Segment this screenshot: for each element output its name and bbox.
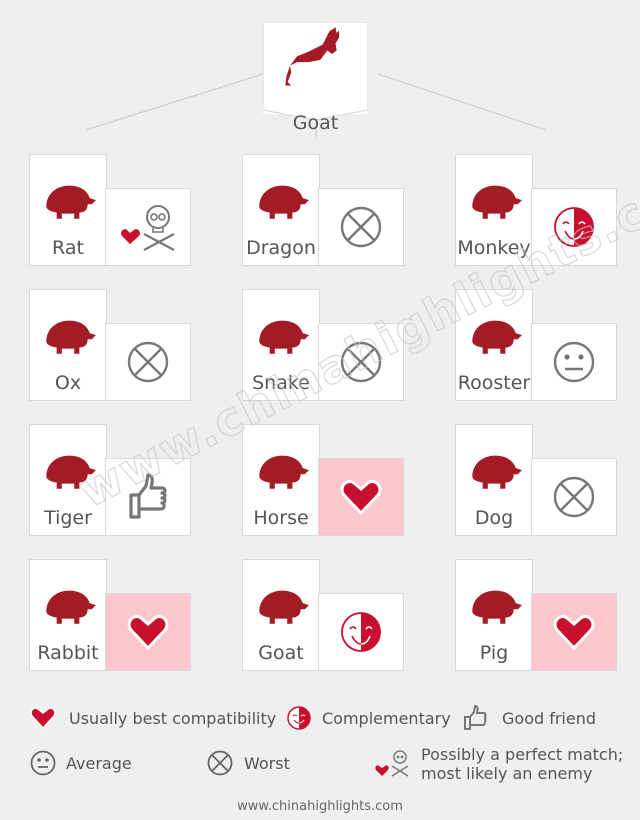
complementary-face-icon [341, 612, 381, 652]
legend-best: Usually best compatibility [30, 707, 276, 729]
relation-panel-complementary [318, 593, 404, 671]
sign-name: Ox [54, 372, 82, 394]
sign-name: Rooster [457, 372, 531, 394]
sign-name: Goat [258, 642, 304, 664]
legend-worst-label: Worst [244, 753, 290, 773]
sign-card-goat: Goat [242, 559, 404, 671]
animal-panel: Dragon [242, 154, 320, 266]
sign-card-dragon: Dragon [242, 154, 404, 266]
pig-icon [462, 570, 524, 632]
heart-skull-icon [121, 205, 175, 251]
legend-complementary: Complementary [287, 706, 451, 730]
sign-card-horse: Horse [242, 424, 404, 536]
sign-card-dog: Dog [455, 424, 617, 536]
sign-name: Pig [479, 642, 509, 664]
sign-card-tiger: Tiger [29, 424, 191, 536]
heart-icon [553, 615, 595, 651]
rat-icon [36, 165, 98, 227]
relation-panel-worst [318, 188, 404, 266]
sign-name: Monkey [457, 237, 531, 259]
sign-card-rat: Rat [29, 154, 191, 266]
legend-good-friend-label: Good friend [502, 708, 597, 728]
heart-icon [127, 615, 169, 651]
sign-name: Tiger [44, 507, 92, 529]
legend-complementary-label: Complementary [322, 708, 451, 728]
sign-name: Rabbit [37, 642, 99, 664]
thumbs-up-icon [129, 473, 167, 519]
animal-panel: Goat [242, 559, 320, 671]
legend-love-hate-line2: most likely an enemy [421, 764, 593, 783]
animal-panel: Ox [29, 289, 107, 401]
legend-best-label: Usually best compatibility [69, 708, 277, 728]
legend-good-friend: Good friend [462, 705, 596, 731]
animal-panel: Rat [29, 154, 107, 266]
legend-love-hate-line1: Possibly a perfect match; [421, 745, 624, 764]
heart-icon [340, 480, 382, 516]
tiger-icon [36, 435, 98, 497]
legend-average-label: Average [66, 753, 132, 773]
relation-panel-best [105, 593, 191, 671]
sign-card-ox: Ox [29, 289, 191, 401]
sign-card-pig: Pig [455, 559, 617, 671]
worst-cross-icon [127, 341, 169, 383]
heart-skull-icon [375, 750, 409, 777]
relation-panel-average [531, 323, 617, 401]
legend-worst: Worst [207, 750, 290, 776]
relation-panel-best [318, 458, 404, 536]
rabbit-icon [36, 570, 98, 632]
worst-cross-icon [340, 206, 382, 248]
ox-icon [36, 300, 98, 362]
relation-panel-worst [318, 323, 404, 401]
complementary-face-icon [554, 207, 594, 247]
dragon-icon [249, 165, 311, 227]
heart-icon [30, 707, 56, 729]
complementary-face-icon [287, 706, 311, 730]
legend-love-hate: Possibly a perfect match; most likely an… [375, 745, 623, 783]
relation-panel-good-friend [105, 458, 191, 536]
animal-panel: Tiger [29, 424, 107, 536]
snake-icon [249, 300, 311, 362]
sign-name: Snake [252, 372, 310, 394]
sign-card-snake: Snake [242, 289, 404, 401]
animal-panel: Pig [455, 559, 533, 671]
sign-card-rooster: Rooster [455, 289, 617, 401]
relation-panel-worst [531, 458, 617, 536]
worst-cross-icon [207, 750, 233, 776]
relation-panel-complementary [531, 188, 617, 266]
animal-panel: Horse [242, 424, 320, 536]
worst-cross-icon [553, 476, 595, 518]
sign-name: Dragon [246, 237, 316, 259]
goat-icon [285, 27, 339, 86]
animal-panel: Dog [455, 424, 533, 536]
relation-panel-worst [105, 323, 191, 401]
thumbs-up-icon [464, 705, 487, 730]
neutral-face-icon [30, 750, 56, 776]
relation-panel-best [531, 593, 617, 671]
animal-panel: Rooster [455, 289, 533, 401]
dog-icon [462, 435, 524, 497]
animal-panel: Rabbit [29, 559, 107, 671]
relation-panel-love-hate [105, 188, 191, 266]
footer-url: www.chinahighlights.com [237, 799, 403, 814]
neutral-face-icon [553, 341, 595, 383]
monkey-icon [462, 165, 524, 227]
rooster-icon [462, 300, 524, 362]
animal-panel: Snake [242, 289, 320, 401]
main-sign-label: Goat [292, 112, 339, 134]
legend-average: Average [30, 750, 132, 776]
goat-icon [249, 570, 311, 632]
sign-name: Horse [253, 507, 309, 529]
animal-panel: Monkey [455, 154, 533, 266]
horse-icon [249, 435, 311, 497]
main-sign-goat: Goat [263, 22, 368, 134]
sign-name: Dog [474, 507, 514, 529]
sign-name: Rat [52, 237, 84, 259]
worst-cross-icon [340, 341, 382, 383]
sign-card-monkey: Monkey [455, 154, 617, 266]
sign-card-rabbit: Rabbit [29, 559, 191, 671]
